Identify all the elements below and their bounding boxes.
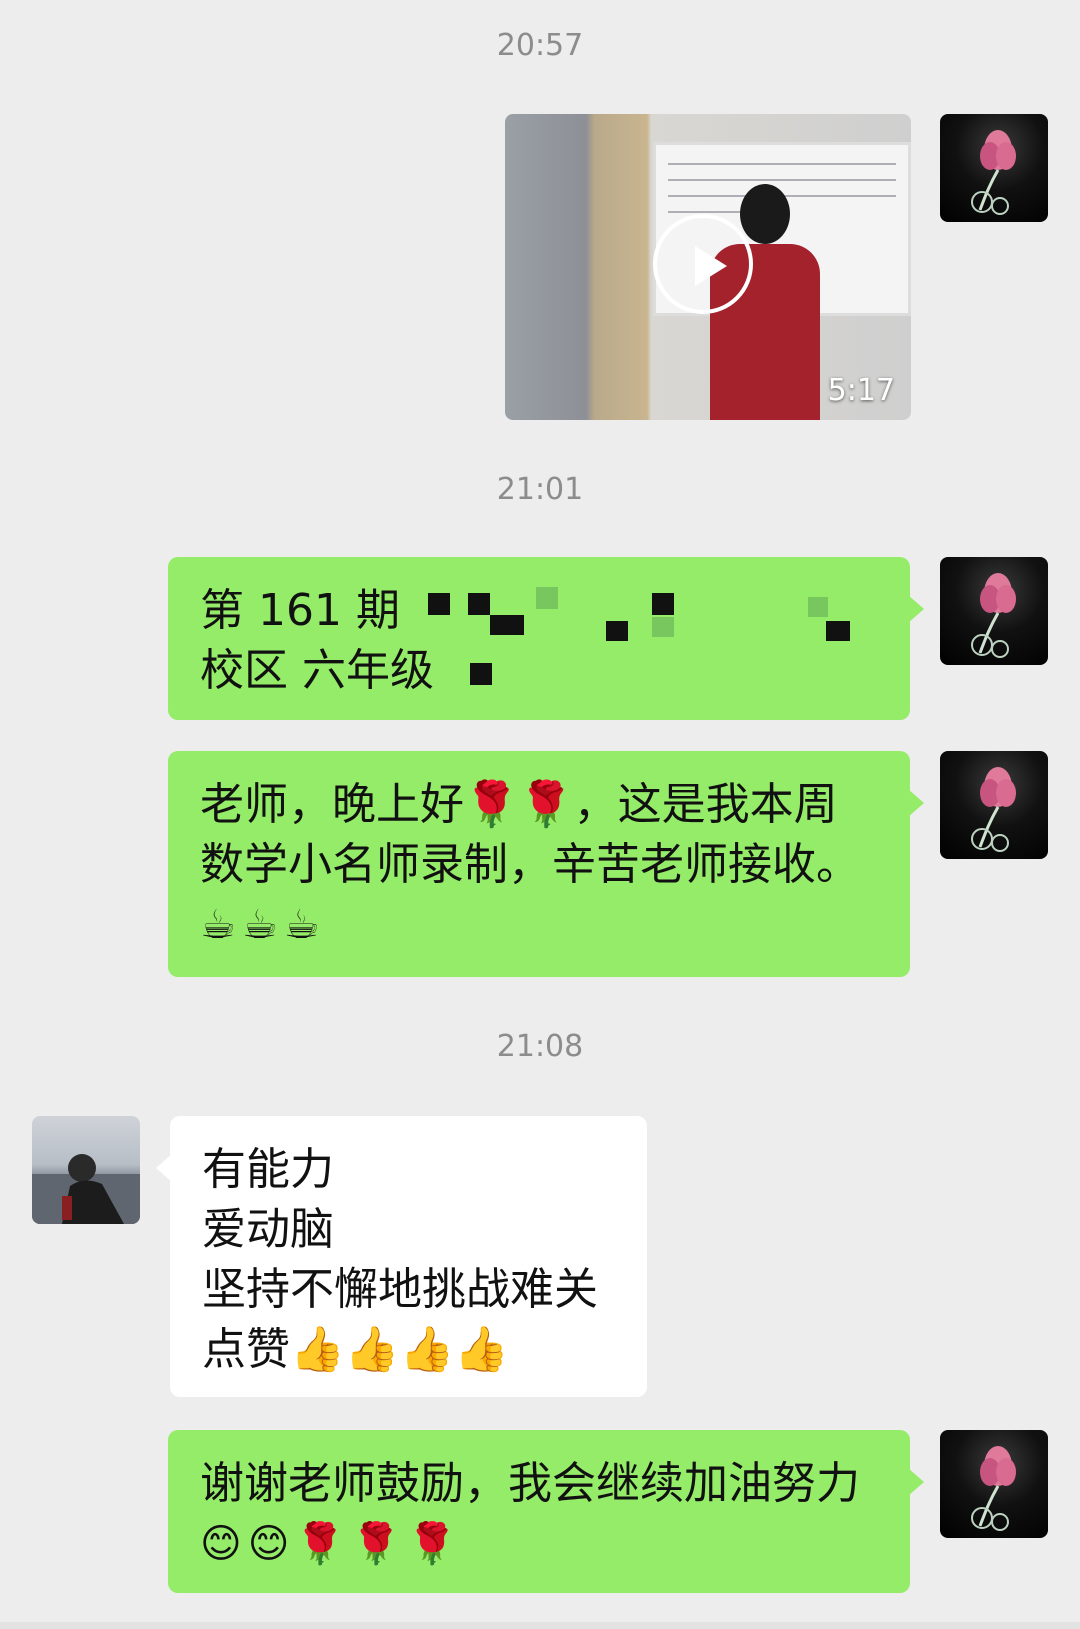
timestamp: 21:08	[496, 1029, 584, 1064]
message-line: 坚持不懈地挑战难关	[202, 1264, 598, 1315]
message-bubble[interactable]: 有能力 爱动脑 坚持不懈地挑战难关 点赞👍👍👍👍	[156, 1116, 647, 1397]
message-line: 爱动脑	[202, 1204, 334, 1255]
video-duration: 5:17	[827, 373, 895, 408]
lotus-avatar-icon[interactable]	[940, 751, 1048, 859]
message-bubble[interactable]: 第 161 期 校区 六年级	[168, 557, 924, 720]
bottom-divider	[0, 1622, 1080, 1629]
message-line: ☕☕☕	[200, 902, 326, 948]
play-icon[interactable]	[653, 214, 753, 314]
message-bubble[interactable]: 老师，晚上好🌹🌹，这是我本周 数学小名师录制，辛苦老师接收。 ☕☕☕	[168, 751, 924, 977]
message-line: 有能力	[202, 1144, 334, 1195]
lotus-avatar-icon[interactable]	[940, 557, 1048, 665]
lotus-avatar-icon[interactable]	[940, 114, 1048, 222]
message-line: 老师，晚上好🌹🌹，这是我本周	[200, 779, 838, 830]
video-message[interactable]: 5:17	[505, 114, 911, 420]
message-line: 数学小名师录制，辛苦老师接收。	[200, 839, 860, 890]
timestamp: 21:01	[496, 472, 584, 507]
person-avatar-icon[interactable]	[32, 1116, 140, 1224]
lotus-avatar-icon[interactable]	[940, 1430, 1048, 1538]
timestamp: 20:57	[496, 28, 584, 63]
message-line: 校区 六年级	[200, 645, 434, 696]
message-bubble[interactable]: 谢谢老师鼓励，我会继续加油努力 😊😊🌹🌹🌹	[168, 1430, 924, 1593]
message-line: 😊😊🌹🌹🌹	[200, 1521, 463, 1567]
message-line: 谢谢老师鼓励，我会继续加油努力	[200, 1458, 860, 1509]
message-line: 点赞👍👍👍👍	[202, 1324, 510, 1375]
